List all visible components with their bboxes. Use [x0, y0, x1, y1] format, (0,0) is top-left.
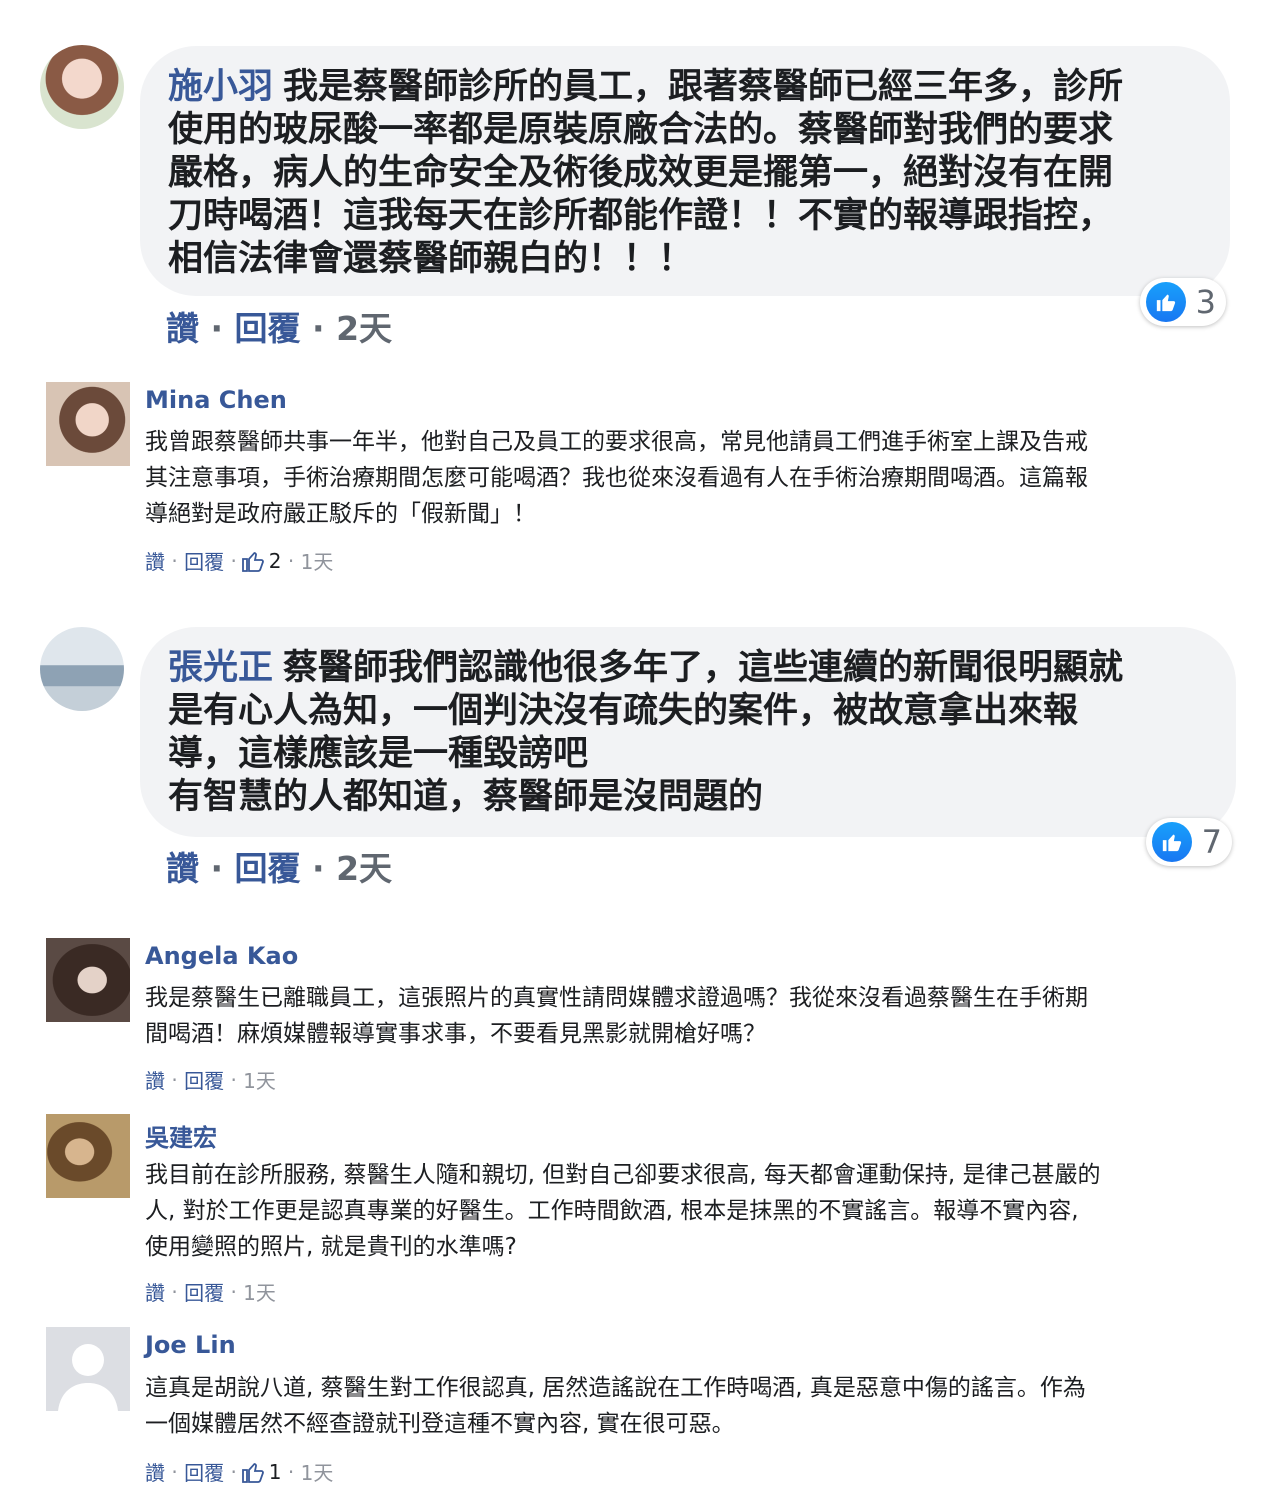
reply-link[interactable]: 回覆: [184, 1277, 224, 1306]
thumbs-up-icon: [1152, 822, 1192, 862]
separator: ·: [210, 309, 224, 348]
separator: ·: [171, 1067, 178, 1092]
separator: ·: [312, 849, 325, 888]
separator: ·: [171, 1459, 178, 1484]
separator: ·: [230, 1459, 237, 1484]
timestamp[interactable]: 2天: [336, 849, 392, 888]
comment-bubble: 張光正 蔡醫師我們認識他很多年了，這些連續的新聞很明顯就 是有心人為知，一個判決沒…: [140, 627, 1236, 837]
comment-actions: 讚 · 回覆 · 2天: [166, 302, 392, 350]
separator: ·: [312, 309, 325, 348]
avatar[interactable]: [46, 382, 130, 466]
comment-bubble: 施小羽 我是蔡醫師診所的員工，跟著蔡醫師已經三年多，診所 使用的玻尿酸一率都是原裝…: [140, 46, 1230, 296]
timestamp[interactable]: 1天: [301, 1457, 334, 1486]
comment-actions: 讚 · 回覆 · 2天: [166, 842, 392, 890]
avatar-placeholder[interactable]: [46, 1327, 130, 1411]
comment-text: 這真是胡說八道, 蔡醫生對工作很認真, 居然造謠說在工作時喝酒, 真是惡意中傷的…: [145, 1375, 1086, 1437]
comment-author[interactable]: 吳建宏: [145, 1118, 217, 1153]
comment-text: 蔡醫師我們認識他很多年了，這些連續的新聞很明顯就 是有心人為知，一個判決沒有疏失…: [168, 648, 1124, 817]
separator: ·: [230, 548, 237, 573]
timestamp[interactable]: 1天: [243, 1065, 276, 1094]
comment-author[interactable]: 施小羽: [168, 67, 273, 107]
separator: ·: [287, 1459, 295, 1484]
reply-link[interactable]: 回覆: [184, 1457, 224, 1486]
reply-link[interactable]: 回覆: [235, 309, 301, 348]
comment-actions: 讚 · 回覆 · 2 · 1天: [145, 546, 333, 575]
timestamp[interactable]: 2天: [336, 309, 392, 348]
like-link[interactable]: 讚: [145, 546, 165, 575]
like-link[interactable]: 讚: [145, 1457, 165, 1486]
like-link[interactable]: 讚: [166, 849, 199, 888]
avatar[interactable]: [40, 45, 124, 129]
avatar[interactable]: [40, 627, 124, 711]
reply-link[interactable]: 回覆: [184, 1065, 224, 1094]
separator: ·: [230, 1067, 237, 1092]
avatar[interactable]: [46, 1114, 130, 1198]
reaction-count[interactable]: 7: [1146, 818, 1232, 866]
like-count[interactable]: 2: [269, 549, 282, 573]
separator: ·: [210, 849, 224, 888]
separator: ·: [171, 1279, 178, 1304]
timestamp[interactable]: 1天: [301, 546, 334, 575]
like-link[interactable]: 讚: [166, 309, 199, 348]
like-link[interactable]: 讚: [145, 1065, 165, 1094]
reply-link[interactable]: 回覆: [184, 546, 224, 575]
reaction-count[interactable]: 3: [1140, 278, 1226, 326]
like-count: 7: [1201, 823, 1222, 861]
thumbs-up-outline-icon: [241, 1462, 264, 1483]
comment-text: 我是蔡醫生已離職員工，這張照片的真實性請問媒體求證過嗎？我從來沒看過蔡醫生在手術…: [145, 985, 1088, 1047]
comment-author[interactable]: 張光正: [168, 648, 273, 688]
separator: ·: [171, 548, 178, 573]
comment-actions: 讚 · 回覆 · 1 · 1天: [145, 1457, 333, 1486]
comment-text: 我目前在診所服務, 蔡醫生人隨和親切, 但對自己卻要求很高, 每天都會運動保持,…: [145, 1162, 1101, 1260]
thumbs-up-icon: [1146, 282, 1186, 322]
comment-actions: 讚 · 回覆 · 1天: [145, 1277, 276, 1306]
comment-author[interactable]: Angela Kao: [145, 942, 298, 970]
comment-actions: 讚 · 回覆 · 1天: [145, 1065, 276, 1094]
separator: ·: [287, 548, 295, 573]
comment-text: 我是蔡醫師診所的員工，跟著蔡醫師已經三年多，診所 使用的玻尿酸一率都是原裝原廠合…: [168, 67, 1124, 279]
like-count: 3: [1195, 283, 1216, 321]
comment-text: 我曾跟蔡醫師共事一年半，他對自己及員工的要求很高，常見他請員工們進手術室上課及告…: [145, 429, 1088, 527]
like-count[interactable]: 1: [269, 1460, 282, 1484]
separator: ·: [230, 1279, 237, 1304]
avatar[interactable]: [46, 938, 130, 1022]
reply-link[interactable]: 回覆: [235, 849, 301, 888]
timestamp[interactable]: 1天: [243, 1277, 276, 1306]
thumbs-up-outline-icon: [241, 551, 264, 572]
default-user-icon: [58, 1344, 118, 1411]
comment-author[interactable]: Mina Chen: [145, 386, 287, 414]
comment-author[interactable]: Joe Lin: [145, 1331, 236, 1359]
like-link[interactable]: 讚: [145, 1277, 165, 1306]
